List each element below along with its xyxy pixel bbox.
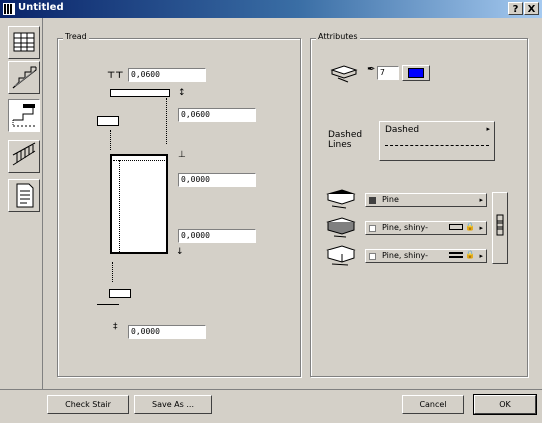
line-style-icon [449, 252, 463, 258]
check-stair-button[interactable]: Check Stair [47, 395, 129, 414]
stair-bottom-material-icon [326, 245, 356, 266]
dimension-arrow-icon: ↕ [178, 88, 186, 98]
bottom-offset-field[interactable]: 0,0000 [128, 325, 206, 339]
dimension-arrow-icon: ↓ [176, 247, 184, 257]
guide-line [112, 262, 113, 282]
guide-line [110, 130, 111, 150]
dashed-lines-label-1: Dashed [328, 130, 363, 140]
help-button[interactable]: ? [508, 2, 523, 15]
pen-number-field[interactable]: 7 [377, 66, 399, 80]
stair-shape-icon [12, 66, 37, 89]
material-2-value: Pine, shiny- [382, 223, 428, 232]
guide-line [119, 160, 120, 252]
tread-icon [12, 104, 35, 127]
dashed-line-preview [385, 145, 489, 146]
ok-button[interactable]: OK [473, 394, 537, 415]
material-1-select[interactable]: Pine ▸ [365, 193, 487, 207]
stair-pen-icon [330, 65, 358, 83]
material-swatch [369, 197, 376, 204]
document-icon [16, 183, 34, 208]
submenu-arrow-icon: ▸ [479, 224, 483, 232]
riser-thickness-field[interactable]: 0,0000 [178, 229, 256, 243]
submenu-arrow-icon: ▸ [486, 125, 490, 133]
guide-line [166, 98, 167, 144]
tread-plate-shape [110, 89, 170, 97]
tab-stair-shape[interactable] [8, 61, 40, 94]
lock-icon: 🔒 [465, 222, 475, 231]
save-as-button[interactable]: Save As ... [134, 395, 212, 414]
pen-color-swatch [408, 68, 424, 78]
table-grid-icon [13, 32, 35, 52]
footer-separator [0, 389, 542, 390]
lock-icon: 🔒 [465, 250, 475, 259]
cancel-button[interactable]: Cancel [402, 395, 464, 414]
line-style-icon [449, 224, 463, 230]
submenu-arrow-icon: ▸ [479, 252, 483, 260]
dimension-arrow-icon: ⊥ [178, 150, 186, 160]
title-bar [0, 0, 542, 18]
dashed-lines-label-2: Lines [328, 140, 352, 150]
tab-tread[interactable] [8, 99, 40, 132]
link-materials-button[interactable] [492, 192, 508, 264]
submenu-arrow-icon: ▸ [479, 196, 483, 204]
material-swatch [369, 253, 376, 260]
dimension-arrow-icon: ‡ [113, 322, 118, 332]
lower-tread-shape [109, 289, 131, 298]
tread-legend: Tread [63, 32, 89, 41]
tread-thickness-field[interactable]: 0,0600 [128, 68, 206, 82]
nosing-shape [97, 116, 119, 126]
app-icon [3, 3, 15, 15]
riser-offset-field[interactable]: 0,0000 [178, 173, 256, 187]
attributes-legend: Attributes [316, 32, 360, 41]
close-button[interactable]: X [524, 2, 539, 15]
pen-color-button[interactable] [402, 65, 430, 81]
railing-icon [12, 142, 36, 166]
line-type-value: Dashed [385, 125, 420, 135]
material-swatch [369, 225, 376, 232]
tab-general-settings[interactable] [8, 26, 40, 59]
stair-side-material-icon [326, 217, 356, 238]
guide-line [113, 160, 165, 161]
tab-railing[interactable] [8, 140, 40, 173]
pen-icon: ✒ [367, 64, 376, 75]
stair-top-material-icon [326, 189, 356, 209]
material-3-value: Pine, shiny- [382, 251, 428, 260]
chain-link-icon [496, 214, 504, 236]
tab-separator [42, 18, 43, 390]
line-type-selector[interactable]: Dashed ▸ [379, 121, 495, 161]
dimension-marker-icon: ⊤⊤ [107, 71, 124, 81]
nosing-field[interactable]: 0,0600 [178, 108, 256, 122]
window-title: Untitled [18, 2, 64, 13]
tab-listing[interactable] [8, 179, 40, 212]
material-1-value: Pine [382, 195, 399, 204]
lower-riser-shape [97, 304, 119, 314]
